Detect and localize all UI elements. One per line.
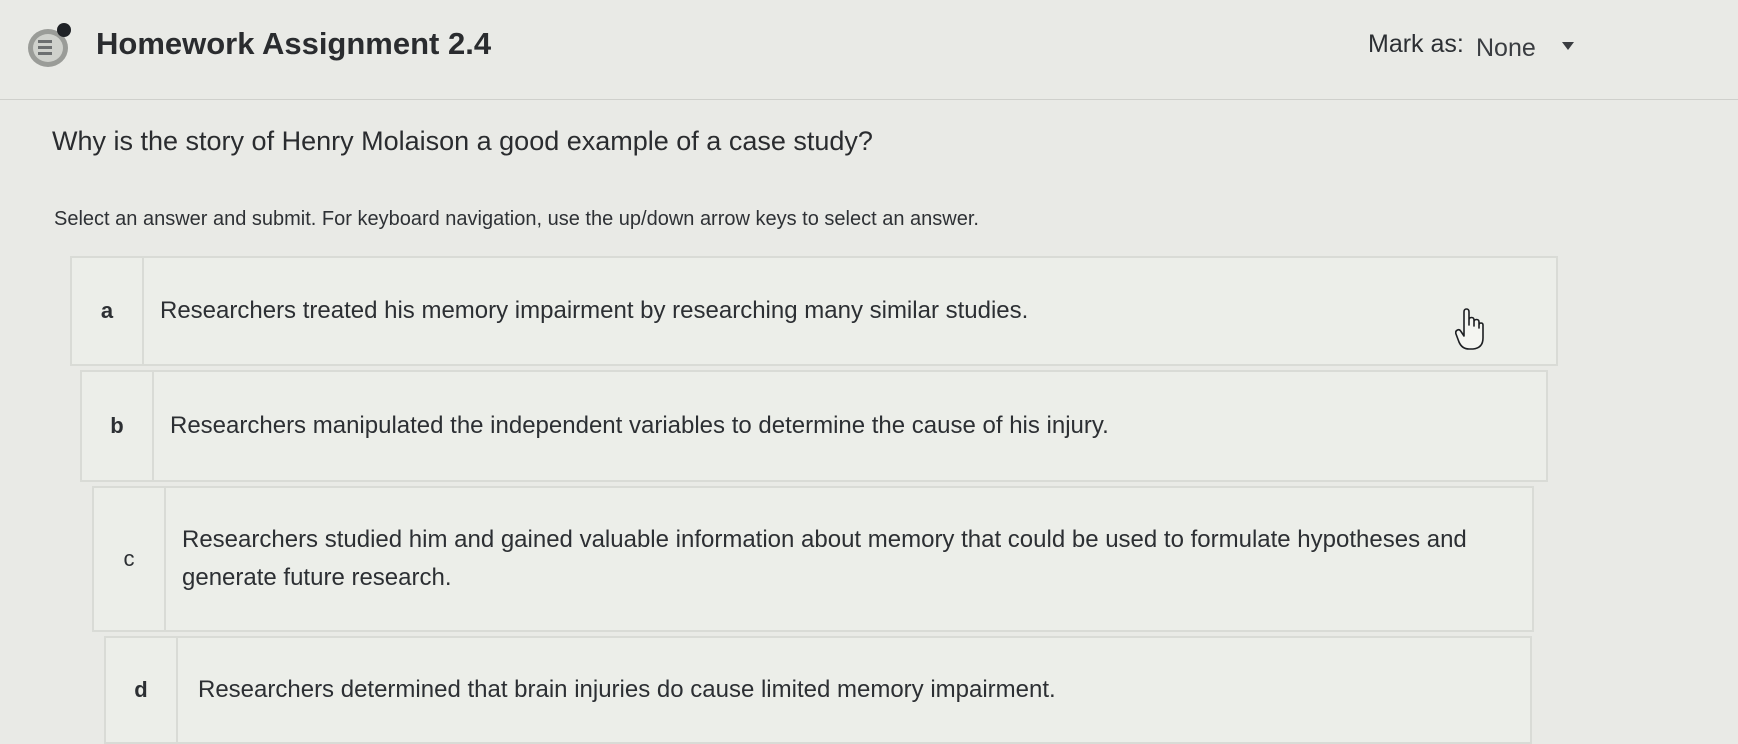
answer-letter: d [134, 677, 148, 702]
answer-letter-cell: c [94, 488, 166, 630]
answer-option-a[interactable]: a Researchers treated his memory impairm… [70, 256, 1558, 366]
answer-letter-cell: a [72, 258, 144, 364]
answer-letter: c [123, 546, 135, 571]
answer-letter-cell: d [106, 638, 178, 742]
answer-option-d[interactable]: d Researchers determined that brain inju… [104, 636, 1532, 744]
assignment-icon [28, 23, 71, 67]
hand-pointer-icon [1455, 308, 1484, 350]
answer-text: Researchers manipulated the independent … [170, 412, 1109, 439]
answer-text: Researchers determined that brain injuri… [198, 676, 1056, 703]
assignment-header: Homework Assignment 2.4 Mark as: None [0, 0, 1738, 100]
answer-option-b[interactable]: b Researchers manipulated the independen… [80, 370, 1548, 482]
page-title: Homework Assignment 2.4 [96, 26, 492, 61]
answer-letter: b [110, 413, 124, 438]
answer-text: Researchers studied him and gained valua… [182, 526, 1467, 591]
answer-option-c[interactable]: c Researchers studied him and gained val… [92, 486, 1534, 632]
question-prompt: Why is the story of Henry Molaison a goo… [52, 126, 873, 156]
mark-as-value: None [1476, 34, 1536, 62]
mark-as-label: Mark as: [1368, 30, 1464, 58]
answer-letter-cell: b [82, 372, 154, 480]
mark-as-dropdown[interactable]: None [1468, 28, 1578, 68]
answer-instructions: Select an answer and submit. For keyboar… [54, 208, 979, 230]
caret-down-icon [1562, 42, 1574, 50]
answer-text: Researchers treated his memory impairmen… [160, 297, 1029, 324]
answer-letter: a [100, 298, 114, 323]
